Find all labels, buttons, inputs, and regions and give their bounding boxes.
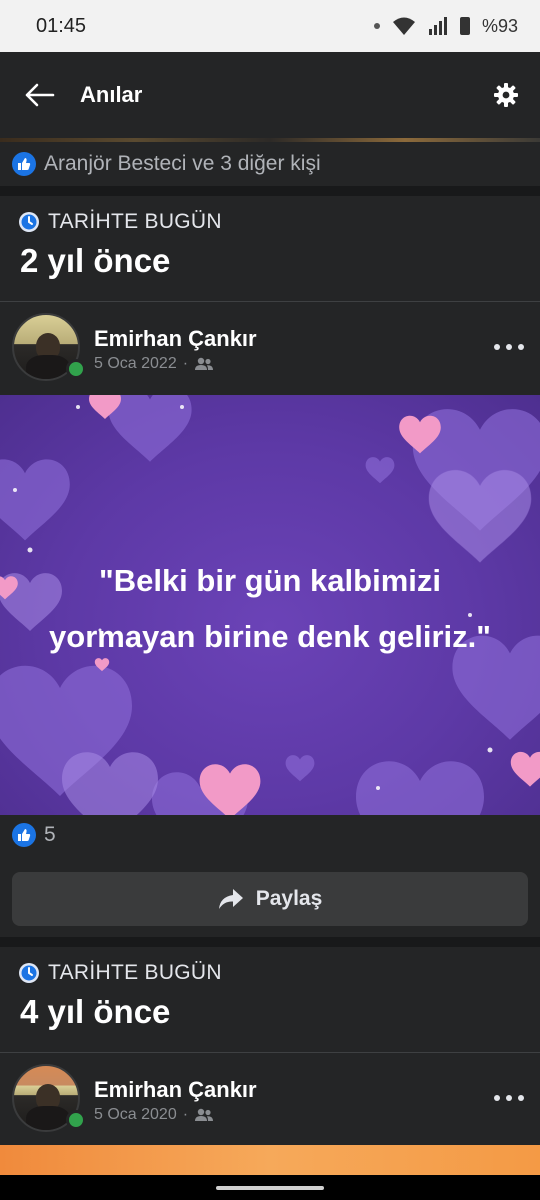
post-image[interactable]: "Belki bir gün kalbimizi yormayan birine…: [0, 395, 540, 815]
notification-dot-icon: [373, 23, 380, 29]
friends-icon: [195, 357, 214, 370]
like-count: 5: [44, 823, 56, 846]
more-options-button[interactable]: [494, 337, 524, 357]
settings-button[interactable]: [472, 52, 540, 138]
arrow-left-icon: [25, 83, 55, 107]
memory-section-header: TARİHTE BUGÜN 2 yıl önce: [0, 196, 540, 301]
thumbs-up-icon: [12, 152, 36, 176]
on-this-day-label: TARİHTE BUGÜN: [0, 947, 540, 985]
reactions-row[interactable]: 5: [0, 815, 540, 855]
section-separator: [0, 937, 540, 947]
gear-icon: [494, 83, 518, 107]
thumbs-up-icon: [12, 823, 36, 847]
app-header: Anılar: [0, 52, 540, 138]
status-icons: %93: [373, 15, 518, 37]
share-button[interactable]: Paylaş: [12, 872, 528, 926]
clock-icon: [19, 212, 39, 232]
system-navigation-bar: [0, 1175, 540, 1200]
author-name[interactable]: Emirhan Çankır: [94, 1077, 257, 1103]
years-ago-title: 4 yıl önce: [20, 993, 171, 1030]
post-quote-text: "Belki bir gün kalbimizi yormayan birine…: [49, 563, 491, 654]
post-meta: 5 Oca 2022 ·: [94, 355, 214, 373]
years-ago-title: 2 yıl önce: [20, 242, 171, 279]
post-header: Emirhan Çankır 5 Oca 2020 ·: [0, 1053, 540, 1145]
previous-post-likes[interactable]: Aranjör Besteci ve 3 diğer kişi: [0, 142, 540, 186]
post-date[interactable]: 5 Oca 2020: [94, 1106, 177, 1124]
status-time: 01:45: [36, 14, 87, 37]
more-options-button[interactable]: [494, 1088, 524, 1108]
clock-icon: [19, 963, 39, 983]
author-name[interactable]: Emirhan Çankır: [94, 326, 257, 352]
home-indicator[interactable]: [216, 1186, 324, 1190]
post-date[interactable]: 5 Oca 2022: [94, 355, 177, 373]
share-label: Paylaş: [255, 887, 323, 910]
separator-dot: ·: [182, 1106, 189, 1123]
battery-percent: %93: [481, 15, 518, 36]
signal-icon: [428, 17, 447, 35]
share-arrow-icon: [218, 889, 243, 909]
friends-icon: [195, 1108, 214, 1121]
back-button[interactable]: [0, 52, 80, 138]
on-this-day-label: TARİHTE BUGÜN: [0, 196, 540, 234]
wifi-icon: [392, 17, 415, 35]
memory-section-header: TARİHTE BUGÜN 4 yıl önce: [0, 947, 540, 1052]
ellipsis-icon: [494, 1095, 500, 1101]
online-indicator: [66, 359, 86, 379]
status-bar: 01:45 %93: [0, 0, 540, 52]
likes-text: Aranjör Besteci ve 3 diğer kişi: [44, 152, 321, 175]
next-post-image[interactable]: [0, 1145, 540, 1175]
separator-dot: ·: [182, 355, 189, 372]
ellipsis-icon: [494, 344, 500, 350]
page-title: Anılar: [80, 82, 143, 107]
battery-icon: [459, 17, 470, 35]
section-separator: [0, 186, 540, 196]
online-indicator: [66, 1110, 86, 1130]
post-meta: 5 Oca 2020 ·: [94, 1106, 214, 1124]
post-header: Emirhan Çankır 5 Oca 2022 ·: [0, 302, 540, 395]
share-area: Paylaş: [0, 855, 540, 937]
